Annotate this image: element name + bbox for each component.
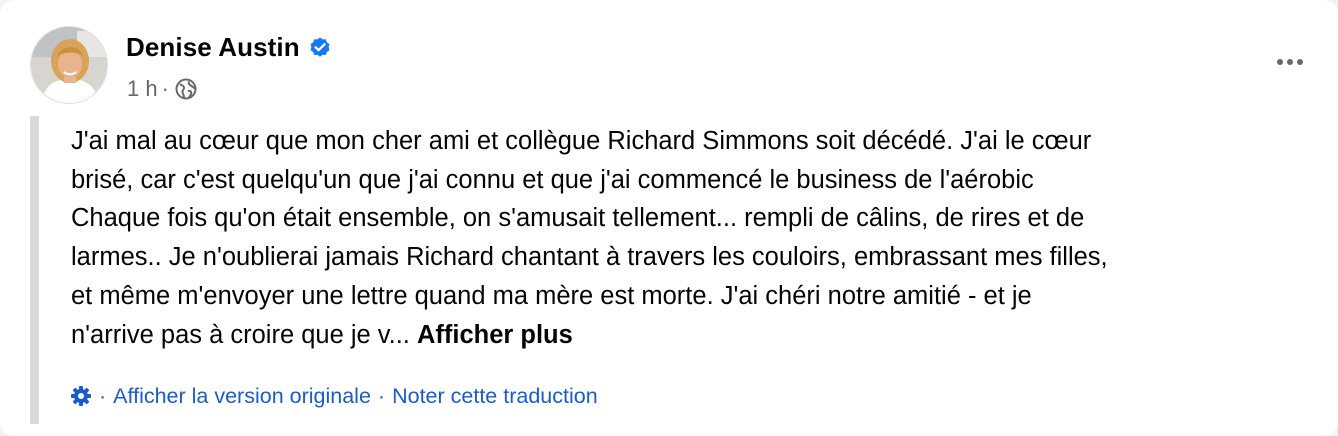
ellipsis-icon [1287, 59, 1293, 65]
translation-bar: · Afficher la version originale · Noter … [70, 380, 598, 412]
post-text: J'ai mal au cœur que mon cher ami et col… [71, 122, 1311, 354]
post-text-line: larmes.. Je n'oublierai jamais Richard c… [71, 243, 1108, 272]
verified-badge-icon [308, 35, 332, 59]
post-timestamp[interactable]: 1 h [127, 76, 158, 102]
translation-separator: · [377, 383, 386, 408]
post-text-line: et même m'envoyer une lettre quand ma mè… [71, 281, 1032, 310]
globe-icon[interactable] [175, 78, 197, 100]
show-original-link[interactable]: Afficher la version originale [113, 384, 371, 409]
ellipsis-icon [1297, 59, 1303, 65]
post-text-line: J'ai mal au cœur que mon cher ami et col… [71, 127, 1092, 155]
see-more-link[interactable]: Afficher plus [417, 321, 573, 349]
ellipsis-icon [1277, 59, 1283, 65]
translation-separator: · [99, 383, 107, 408]
quote-bar [30, 116, 39, 424]
avatar[interactable] [30, 26, 108, 104]
post-meta: 1 h · [127, 73, 197, 105]
gear-icon[interactable] [70, 385, 92, 407]
post-card: Denise Austin 1 h · J'ai mal au cœur que… [0, 0, 1338, 436]
more-options-button[interactable] [1268, 44, 1312, 80]
meta-separator: · [161, 76, 169, 101]
post-author: Denise Austin [126, 30, 332, 64]
post-text-line: brisé, car c'est quelqu'un que j'ai conn… [71, 165, 1034, 194]
author-name[interactable]: Denise Austin [126, 32, 300, 63]
avatar-photo [31, 27, 107, 103]
post-text-line: Chaque fois qu'on était ensemble, on s'a… [71, 204, 1085, 233]
rate-translation-link[interactable]: Noter cette traduction [392, 384, 598, 409]
post-text-line: n'arrive pas à croire que je v... [71, 320, 417, 349]
